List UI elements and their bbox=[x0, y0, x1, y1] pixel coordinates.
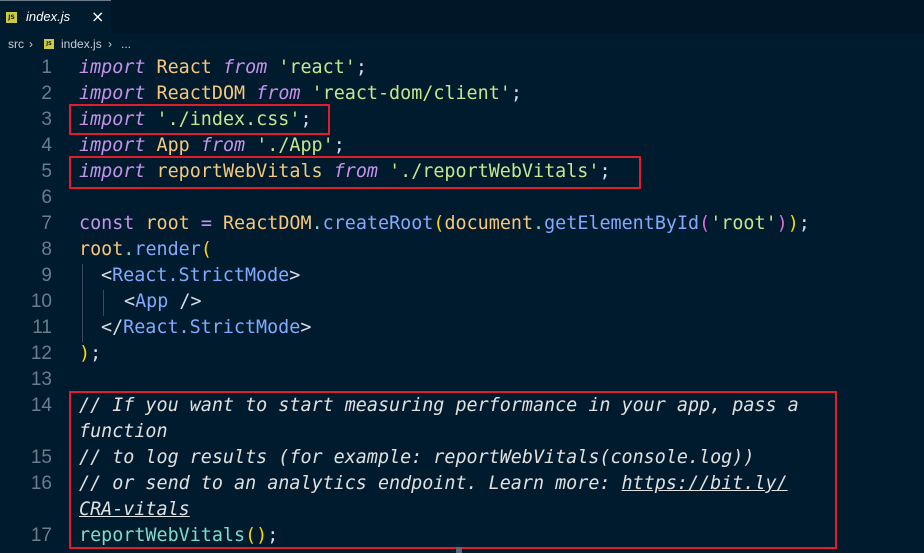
line-number: 2 bbox=[41, 83, 52, 104]
tab-bar: JS index.js × bbox=[0, 0, 924, 33]
chevron-right-icon: › bbox=[108, 37, 112, 51]
tab-index-js[interactable]: JS index.js × bbox=[0, 0, 111, 33]
javascript-file-icon: JS bbox=[6, 12, 17, 23]
code-editor[interactable]: 1 import React from 'react'; 2 import Re… bbox=[0, 55, 924, 553]
highlight-box-css-import bbox=[69, 104, 330, 135]
code-text: import React from 'react'; bbox=[79, 57, 367, 78]
line-number: 14 bbox=[30, 395, 52, 416]
code-line: 10 <App /> bbox=[0, 289, 924, 315]
line-number: 11 bbox=[32, 317, 52, 338]
line-number: 7 bbox=[41, 213, 52, 234]
line-number: 17 bbox=[30, 525, 52, 546]
line-number: 3 bbox=[41, 109, 52, 130]
highlight-box-reportwebvitals-call bbox=[69, 391, 837, 549]
line-number: 9 bbox=[41, 265, 52, 286]
line-number: 6 bbox=[41, 187, 52, 208]
line-number: 4 bbox=[41, 135, 52, 156]
line-number: 8 bbox=[41, 239, 52, 260]
chevron-right-icon: › bbox=[29, 37, 33, 51]
code-line: 9 <React.StrictMode> bbox=[0, 263, 924, 289]
code-line: 8 root.render( bbox=[0, 237, 924, 263]
code-line: 11 </React.StrictMode> bbox=[0, 315, 924, 341]
close-icon[interactable]: × bbox=[91, 7, 104, 26]
line-number: 15 bbox=[30, 447, 52, 468]
code-text: root.render( bbox=[79, 239, 212, 260]
line-number: 10 bbox=[30, 291, 52, 312]
code-text: </React.StrictMode> bbox=[101, 317, 312, 338]
line-number: 12 bbox=[30, 343, 52, 364]
code-line: 13 bbox=[0, 367, 924, 393]
breadcrumb-more[interactable]: ... bbox=[121, 37, 131, 51]
breadcrumb-folder[interactable]: src bbox=[8, 37, 24, 51]
line-number: 1 bbox=[41, 57, 52, 78]
highlight-box-reportwebvitals-import bbox=[69, 156, 641, 189]
mouse-cursor bbox=[456, 547, 462, 553]
code-text: const root = ReactDOM.createRoot(documen… bbox=[79, 213, 810, 234]
breadcrumb: src › JS index.js › ... bbox=[0, 33, 924, 55]
tab-label: index.js bbox=[26, 9, 71, 24]
code-text: ); bbox=[79, 343, 102, 364]
code-text: <React.StrictMode> bbox=[101, 265, 301, 286]
line-number: 13 bbox=[30, 369, 52, 390]
code-text: <App /> bbox=[124, 291, 202, 312]
javascript-file-icon: JS bbox=[44, 39, 54, 49]
code-line: 12 ); bbox=[0, 341, 924, 367]
breadcrumb-file[interactable]: index.js bbox=[61, 37, 102, 51]
line-number: 16 bbox=[30, 473, 52, 494]
code-line: 7 const root = ReactDOM.createRoot(docum… bbox=[0, 211, 924, 237]
line-number: 5 bbox=[41, 161, 52, 182]
code-line: 1 import React from 'react'; bbox=[0, 55, 924, 81]
